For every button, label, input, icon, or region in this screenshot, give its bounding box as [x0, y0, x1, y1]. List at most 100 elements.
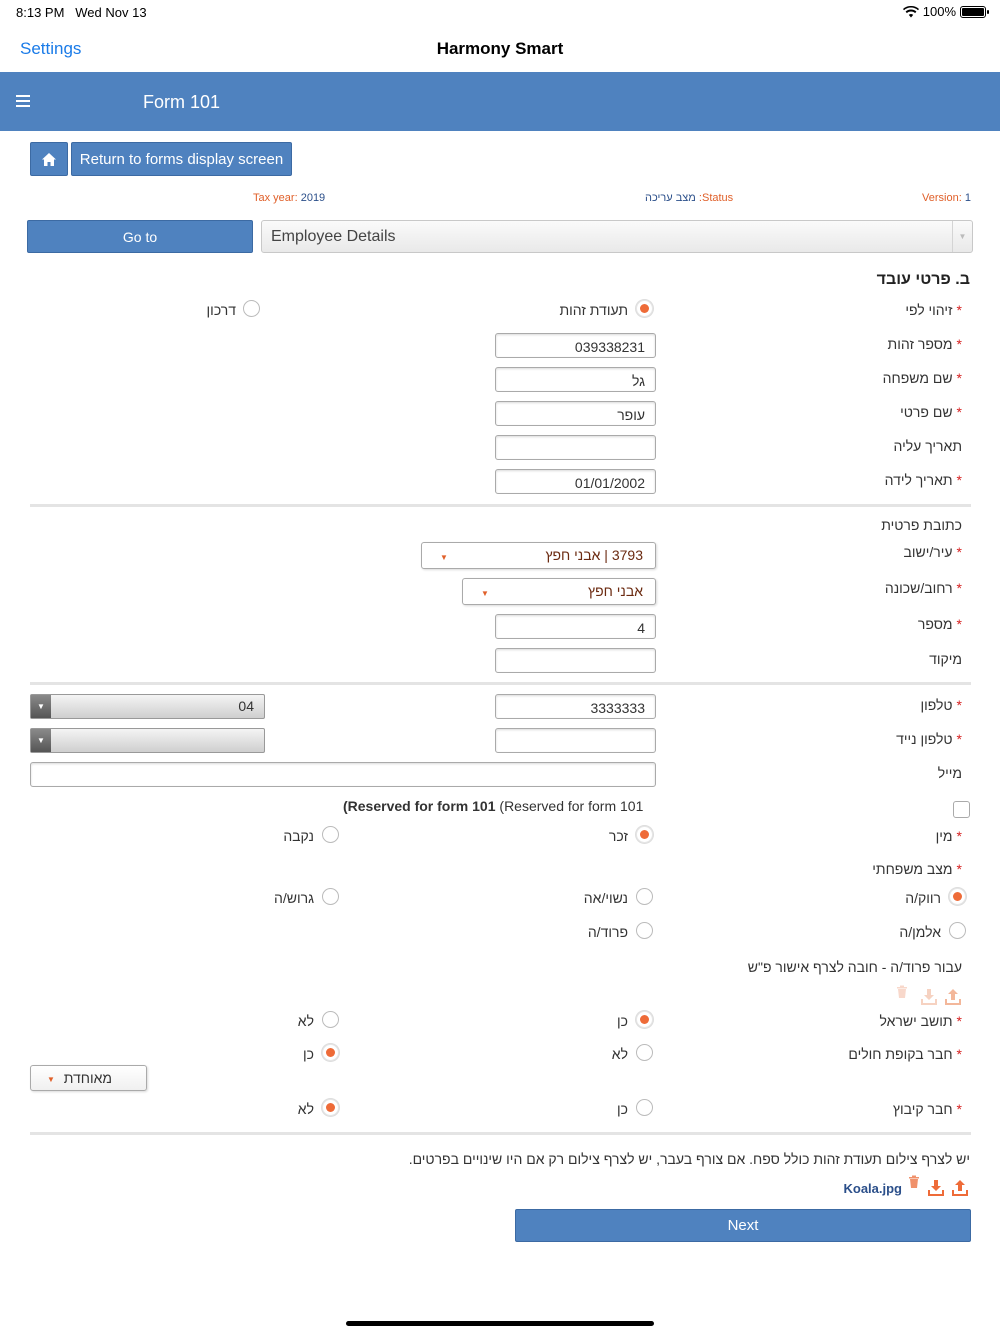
section-title: ב. פרטי עובד [876, 271, 970, 288]
chevron-down-icon: ▼ [31, 729, 51, 752]
battery-percent: 100% [922, 4, 956, 19]
radio-hmo-yes[interactable] [322, 1044, 339, 1061]
radio-married[interactable] [636, 888, 653, 905]
last-name-label: *שם משפחה [882, 370, 962, 386]
id-by-label: *זיהוי לפי [905, 302, 962, 318]
download-icon[interactable] [919, 987, 939, 1007]
id-number-label: *מספר זהות [887, 336, 962, 352]
home-icon [42, 152, 56, 166]
divider [30, 1132, 971, 1135]
id-copy-note: יש לצרף צילום תעודת זהות כולל ספח. אם צו… [408, 1151, 970, 1167]
city-dropdown[interactable]: 3793 | אבני חפץ ▼ [421, 542, 656, 569]
single-label: רווק/ה [905, 890, 941, 906]
upload-icon[interactable] [950, 1178, 970, 1198]
next-button[interactable]: Next [515, 1209, 971, 1242]
radio-kibbutz-no[interactable] [322, 1099, 339, 1116]
radio-female[interactable] [322, 826, 339, 843]
radio-single[interactable] [949, 888, 966, 905]
phone-prefix-select[interactable]: ▼ 04 [30, 694, 265, 719]
first-name-label: *שם פרטי [900, 404, 962, 420]
gender-label: *מין [935, 828, 962, 844]
hmo-label: *חבר בקופת חולים [848, 1046, 962, 1062]
id-number-input[interactable] [495, 333, 656, 358]
house-number-label: *מספר [917, 616, 962, 632]
home-indicator [346, 1321, 654, 1326]
last-name-input[interactable] [495, 367, 656, 392]
birth-date-input[interactable] [495, 469, 656, 494]
hamburger-icon[interactable] [16, 95, 30, 107]
return-to-forms-button[interactable]: Return to forms display screen [71, 142, 292, 176]
street-dropdown[interactable]: אבני חפץ ▼ [462, 578, 656, 605]
phone-input[interactable] [495, 694, 656, 719]
home-button[interactable] [30, 142, 68, 176]
first-name-input[interactable] [495, 401, 656, 426]
street-value: אבני חפץ [588, 583, 643, 599]
status-right: 100% [902, 4, 989, 19]
radio-male[interactable] [636, 826, 653, 843]
city-label: *עיר/ישוב [903, 544, 962, 560]
section-select[interactable]: Employee Details ▼ [261, 220, 973, 253]
reserved-note: (Reserved for form 101 (Reserved for for… [343, 798, 644, 814]
wifi-icon [902, 5, 919, 17]
trash-icon[interactable] [907, 1175, 921, 1189]
aliyah-date-label: תאריך עליה [893, 438, 962, 454]
zip-label: מיקוד [929, 651, 962, 667]
form-version: Version: 1 [922, 192, 971, 204]
mobile-input[interactable] [495, 728, 656, 753]
radio-id-card[interactable] [636, 300, 653, 317]
email-label: מייל [937, 765, 962, 781]
divorced-label: גרוש/ה [273, 890, 314, 906]
address-title: כתובת פרטית [881, 517, 962, 533]
mobile-prefix-select[interactable]: ▼ [30, 728, 265, 753]
divider [30, 504, 971, 507]
attachment-filename[interactable]: Koala.jpg [843, 1181, 902, 1196]
kibbutz-label: *חבר קיבוץ [892, 1101, 962, 1117]
goto-button[interactable]: Go to [27, 220, 253, 253]
section-select-value: Employee Details [271, 227, 396, 245]
separated-label: פרוד/ה [587, 924, 628, 940]
separated-note: עבור פרוד/ה - חובה לצרף אישור פ"ש [747, 959, 962, 975]
zip-input[interactable] [495, 648, 656, 673]
phone-prefix-value: 04 [238, 698, 254, 714]
email-input[interactable] [30, 762, 656, 787]
resident-no-label: לא [297, 1013, 314, 1029]
married-label: נשוי/אה [583, 890, 628, 906]
male-label: זכר [608, 828, 628, 844]
radio-passport[interactable] [243, 300, 260, 317]
nav-title: Harmony Smart [436, 39, 564, 58]
radio-kibbutz-yes[interactable] [636, 1099, 653, 1116]
battery-icon [960, 5, 989, 18]
divider [30, 682, 971, 685]
tax-year: Tax year: 2019 [253, 192, 326, 204]
hmo-no-label: לא [611, 1046, 628, 1062]
house-number-input[interactable] [495, 614, 656, 639]
radio-widowed[interactable] [949, 922, 966, 939]
mobile-label: *טלפון נייד [896, 731, 962, 747]
option-id-card-label: תעודת זהות [559, 302, 628, 318]
chevron-down-icon: ▼ [440, 553, 448, 562]
kibbutz-no-label: לא [297, 1101, 314, 1117]
header-title: Form 101 [143, 92, 221, 112]
hmo-fund-dropdown[interactable]: מאוחדת ▼ [30, 1065, 147, 1091]
radio-resident-yes[interactable] [636, 1011, 653, 1028]
status-bar: 8:13 PM Wed Nov 13 100% [0, 0, 1000, 24]
radio-resident-no[interactable] [322, 1011, 339, 1028]
city-value: 3793 | אבני חפץ [545, 547, 643, 563]
resident-label: *תושב ישראל [879, 1013, 962, 1029]
form-status: מצב עריכה :Status [645, 192, 734, 204]
aliyah-date-input[interactable] [495, 435, 656, 460]
phone-label: *טלפון [920, 697, 962, 713]
street-label: *רחוב/שכונה [884, 580, 962, 596]
hmo-yes-label: כן [303, 1046, 314, 1062]
settings-back-button[interactable]: Settings [20, 39, 81, 59]
trash-icon[interactable] [895, 985, 909, 999]
radio-separated[interactable] [636, 922, 653, 939]
radio-hmo-no[interactable] [636, 1044, 653, 1061]
female-label: נקבה [283, 828, 314, 844]
kibbutz-yes-label: כן [617, 1101, 628, 1117]
upload-icon[interactable] [943, 987, 963, 1007]
download-icon[interactable] [926, 1178, 946, 1198]
radio-divorced[interactable] [322, 888, 339, 905]
reserved-checkbox[interactable] [953, 801, 970, 818]
chevron-down-icon: ▼ [952, 221, 972, 252]
